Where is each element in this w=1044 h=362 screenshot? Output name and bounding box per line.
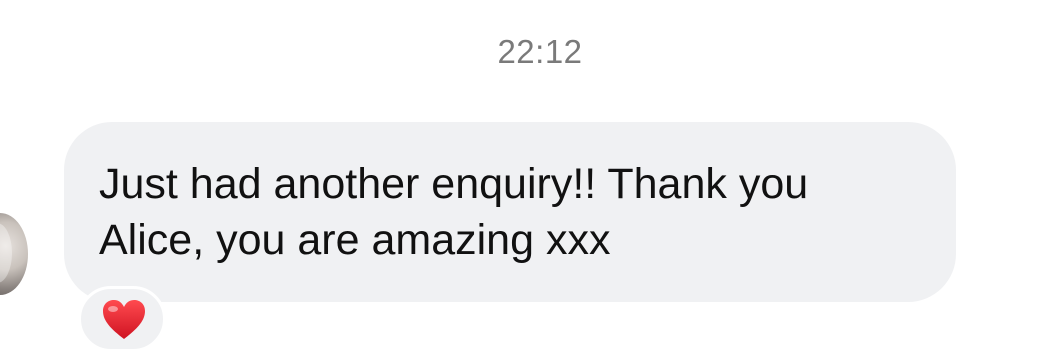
red-heart-icon [103,300,145,339]
sender-avatar[interactable] [0,213,28,295]
message-line-2: Alice, you are amazing xxx [99,216,611,264]
reaction-badge[interactable] [78,286,166,352]
message-text: Just had another enquiry!! Thank you Ali… [99,156,939,268]
avatar-image [0,223,12,283]
timestamp: 22:12 [497,33,583,70]
message-bubble[interactable]: Just had another enquiry!! Thank you Ali… [64,122,956,302]
message-line-1: Just had another enquiry!! Thank you [99,160,809,208]
